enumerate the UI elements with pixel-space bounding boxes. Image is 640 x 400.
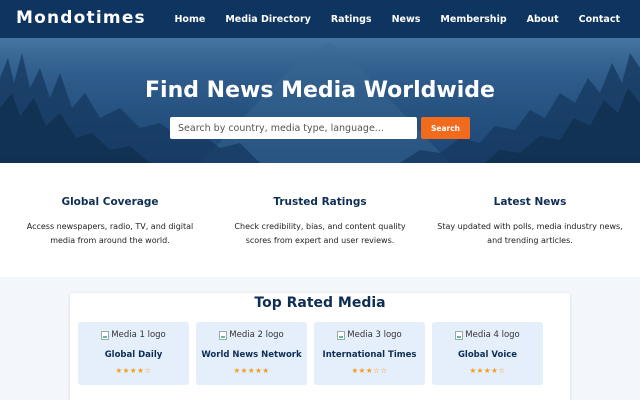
media-card[interactable]: Media 3 logo International Times ★★★☆☆ — [314, 322, 425, 385]
media-name: Global Voice — [457, 350, 518, 360]
media-logo-alt-text: Media 2 logo — [229, 330, 284, 340]
feature-text: Access newspapers, radio, TV, and digita… — [26, 222, 194, 245]
media-name: World News Network — [201, 350, 302, 360]
feature-text: Stay updated with polls, media industry … — [437, 222, 623, 245]
nav-contact[interactable]: Contact — [579, 14, 620, 25]
feature-latest-news: Latest News Stay updated with polls, med… — [435, 196, 625, 248]
nav-media-directory[interactable]: Media Directory — [225, 14, 311, 25]
nav-membership[interactable]: Membership — [440, 14, 506, 25]
search-input[interactable] — [170, 117, 417, 139]
star-rating: ★★★★☆ — [115, 366, 152, 375]
broken-image-icon — [337, 330, 346, 340]
feature-global-coverage: Global Coverage Access newspapers, radio… — [15, 196, 205, 248]
hero-section: Find News Media Worldwide Search — [0, 38, 640, 163]
star-rating: ★★★☆☆ — [351, 366, 388, 375]
nav-about[interactable]: About — [527, 14, 559, 25]
search-bar: Search — [170, 117, 470, 139]
media-card[interactable]: Media 4 logo Global Voice ★★★★☆ — [432, 322, 543, 385]
main-nav: Home Media Directory Ratings News Member… — [174, 0, 640, 38]
nav-ratings[interactable]: Ratings — [331, 14, 372, 25]
hero-title: Find News Media Worldwide — [145, 78, 495, 103]
media-card[interactable]: Media 1 logo Global Daily ★★★★☆ — [78, 322, 189, 385]
brand-logo[interactable]: Mondotimes — [16, 8, 146, 28]
top-rated-panel: Top Rated Media Media 1 logo Global Dail… — [70, 293, 570, 400]
star-rating: ★★★★★ — [233, 366, 270, 375]
media-logo: Media 3 logo — [314, 330, 425, 340]
broken-image-icon — [455, 330, 464, 340]
media-name: International Times — [322, 350, 417, 360]
feature-title: Latest News — [493, 196, 567, 208]
media-logo: Media 1 logo — [78, 330, 189, 340]
feature-text: Check credibility, bias, and content qua… — [234, 222, 406, 245]
nav-news[interactable]: News — [392, 14, 421, 25]
media-logo: Media 4 logo — [432, 330, 543, 340]
feature-title: Trusted Ratings — [273, 196, 367, 208]
media-logo-alt-text: Media 3 logo — [347, 330, 402, 340]
media-logo-alt-text: Media 4 logo — [465, 330, 520, 340]
media-name: Global Daily — [104, 350, 163, 360]
feature-title: Global Coverage — [61, 196, 159, 208]
top-navbar: Mondotimes Home Media Directory Ratings … — [0, 0, 640, 38]
media-card[interactable]: Media 2 logo World News Network ★★★★★ — [196, 322, 307, 385]
broken-image-icon — [101, 330, 110, 340]
top-rated-title: Top Rated Media — [254, 295, 386, 311]
media-logo: Media 2 logo — [196, 330, 307, 340]
feature-trusted-ratings: Trusted Ratings Check credibility, bias,… — [225, 196, 415, 248]
search-button[interactable]: Search — [421, 117, 470, 139]
media-logo-alt-text: Media 1 logo — [111, 330, 166, 340]
star-rating: ★★★★☆ — [469, 366, 506, 375]
features-section: Global Coverage Access newspapers, radio… — [0, 163, 640, 277]
broken-image-icon — [219, 330, 228, 340]
nav-home[interactable]: Home — [174, 14, 205, 25]
